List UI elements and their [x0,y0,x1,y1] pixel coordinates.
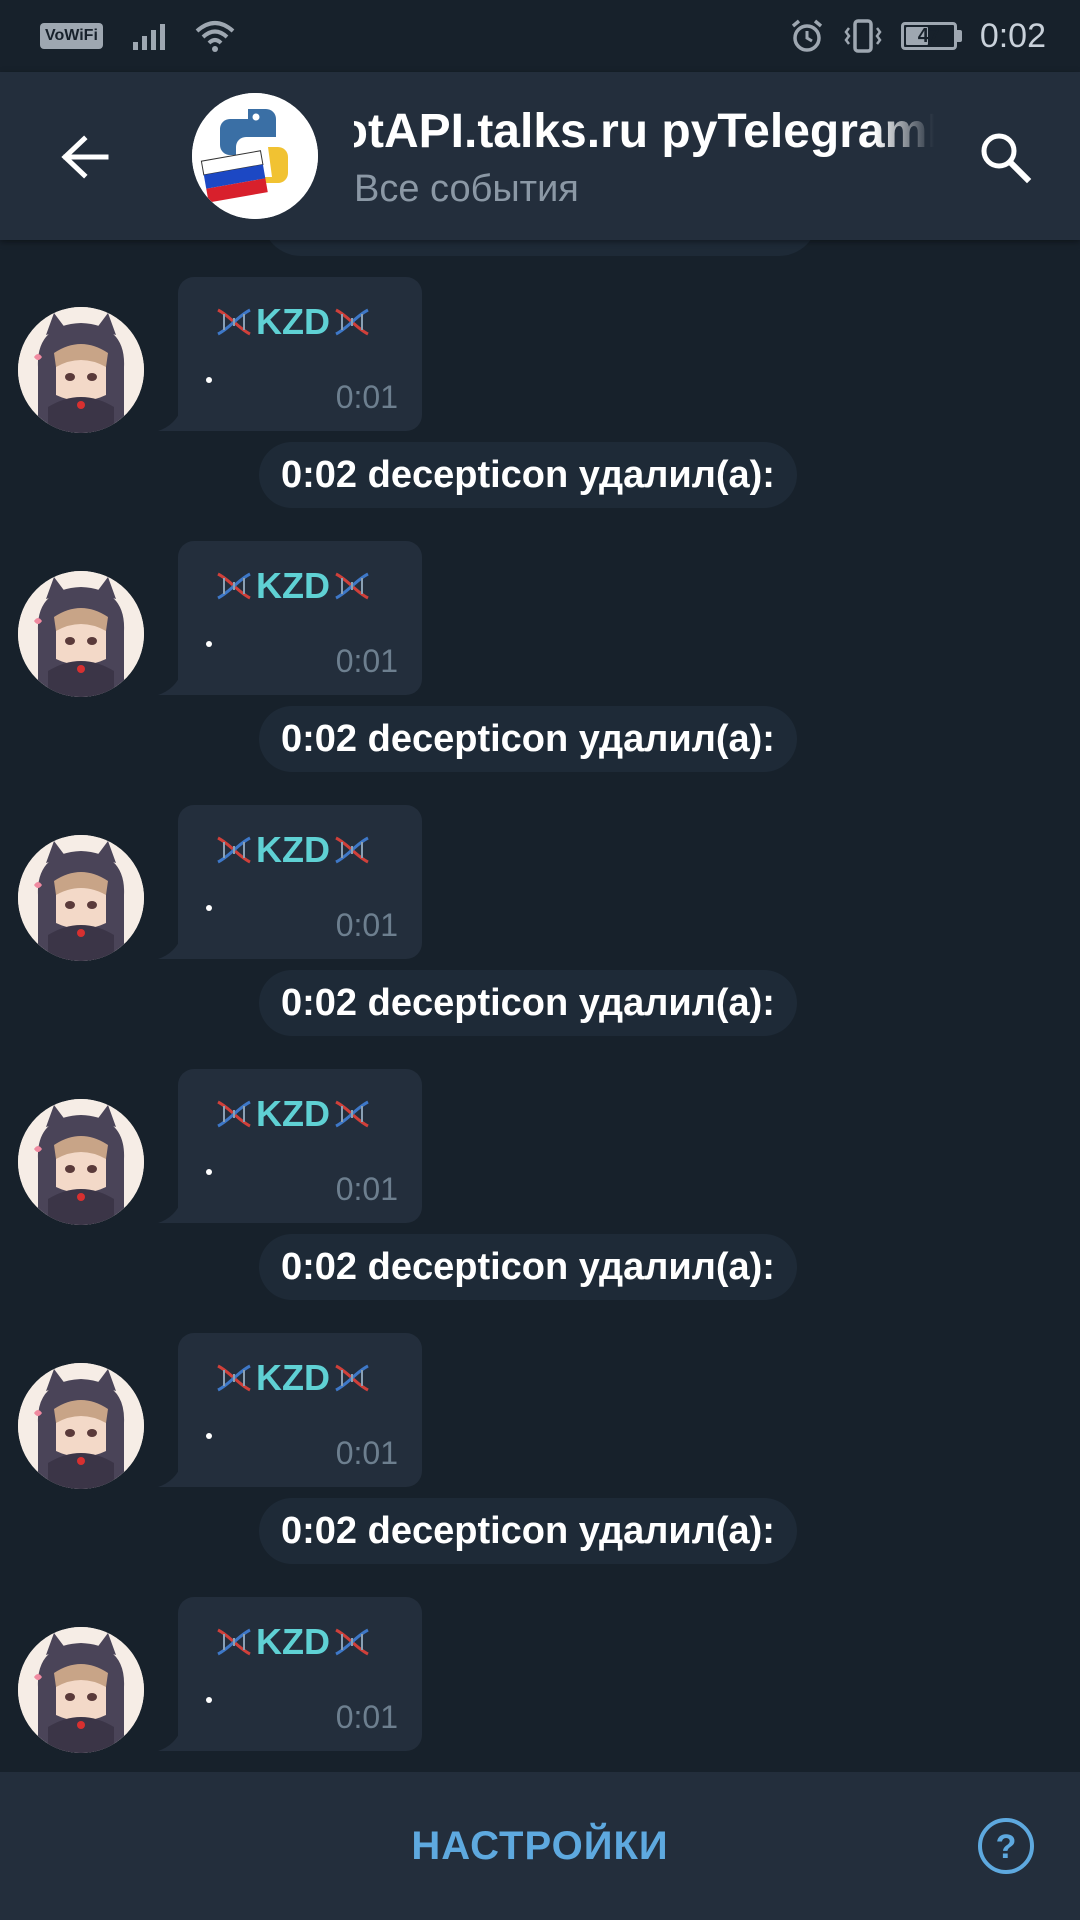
service-message-partial [262,240,818,256]
message-time: 0:01 [335,907,398,943]
battery-icon: 47 [900,22,962,50]
service-message: 0:02 decepticon удалил(а): [259,706,797,772]
message-row[interactable]: KZD 0:01 [0,805,1080,961]
signal-icon [132,22,165,50]
search-button[interactable] [970,122,1040,192]
message-row[interactable]: KZD 0:01 [0,1069,1080,1225]
sender-name-text: KZD [256,829,330,870]
message-row[interactable]: KZD 0:01 [0,1333,1080,1489]
message-list[interactable]: KZD 0:01 0:02 decepticon удалил(а): KZD 0:01… [0,240,1080,1770]
python-russia-logo [192,93,318,219]
message-bubble[interactable]: KZD 0:01 [178,1597,422,1751]
message-bubble[interactable]: KZD 0:01 [178,277,422,431]
status-clock: 0:02 [979,16,1046,55]
battery-percent: 47 [917,24,940,47]
message-row[interactable]: KZD 0:01 [0,1597,1080,1753]
sender-name-text: KZD [256,1093,330,1134]
sender-name-text: KZD [256,301,330,342]
chat-header: BotAPI.talks.ru pyTelegramBotAPI Все соб… [0,72,1080,240]
sender-avatar[interactable] [18,1363,144,1489]
message-bubble[interactable]: KZD 0:01 [178,805,422,959]
alarm-icon [791,19,822,52]
service-message: 0:02 decepticon удалил(а): [259,1234,797,1300]
dna-icon [217,572,251,600]
sender-name-text: KZD [256,1621,330,1662]
message-text [206,641,212,647]
dna-icon [217,1628,251,1656]
chat-avatar[interactable] [192,93,318,219]
message-text [206,905,212,911]
bottom-bar: НАСТРОЙКИ ? [0,1772,1080,1920]
back-arrow-icon [61,135,109,179]
message-row[interactable]: KZD 0:01 [0,541,1080,697]
message-time: 0:01 [335,379,398,415]
message-time: 0:01 [335,1171,398,1207]
message-row[interactable]: KZD 0:01 [0,277,1080,433]
message-text [206,1433,212,1439]
message-time: 0:01 [335,1435,398,1471]
dna-icon [335,1100,369,1128]
sender-name[interactable]: KZD [214,1357,372,1399]
sender-name[interactable]: KZD [214,1621,372,1663]
sender-name-text: KZD [256,1357,330,1398]
sender-avatar[interactable] [18,571,144,697]
sender-avatar[interactable] [18,1627,144,1753]
help-icon[interactable]: ? [976,1816,1036,1876]
chat-title[interactable]: BotAPI.talks.ru pyTelegramBotAPI [354,102,934,162]
service-message: 0:02 decepticon удалил(а): [259,1498,797,1564]
sender-name-text: KZD [256,565,330,606]
message-bubble[interactable]: KZD 0:01 [178,1333,422,1487]
message-time: 0:01 [335,643,398,679]
sender-avatar[interactable] [18,1099,144,1225]
message-bubble[interactable]: KZD 0:01 [178,1069,422,1223]
dna-icon [335,308,369,336]
sender-name[interactable]: KZD [214,565,372,607]
vowifi-badge: VoWiFi [40,23,103,49]
service-message: 0:02 decepticon удалил(а): [259,442,797,508]
svg-text:?: ? [996,1828,1017,1866]
dna-icon [335,1628,369,1656]
message-bubble[interactable]: KZD 0:01 [178,541,422,695]
vibrate-icon [844,19,882,53]
chat-title-text: BotAPI.talks.ru pyTelegramBotAPI [354,105,934,158]
service-message: 0:02 decepticon удалил(а): [259,970,797,1036]
wifi-icon [195,21,235,52]
settings-button[interactable]: НАСТРОЙКИ [411,1824,668,1869]
message-text [206,1169,212,1175]
message-text [206,1697,212,1703]
back-button[interactable] [50,122,120,192]
dna-icon [217,836,251,864]
dna-icon [217,1364,251,1392]
sender-name[interactable]: KZD [214,829,372,871]
status-bar: VoWiFi 47 0:02 [0,0,1080,72]
sender-avatar[interactable] [18,307,144,433]
message-time: 0:01 [335,1699,398,1735]
sender-name[interactable]: KZD [214,1093,372,1135]
dna-icon [335,1364,369,1392]
dna-icon [217,308,251,336]
message-text [206,377,212,383]
dna-icon [335,572,369,600]
sender-avatar[interactable] [18,835,144,961]
chat-subtitle: Все события [354,168,579,210]
app-root: VoWiFi 47 0:02 tAPI.talks.ru pyTelegram … [0,0,1080,1920]
search-icon [981,133,1032,184]
dna-icon [217,1100,251,1128]
sender-name[interactable]: KZD [214,301,372,343]
dna-icon [335,836,369,864]
